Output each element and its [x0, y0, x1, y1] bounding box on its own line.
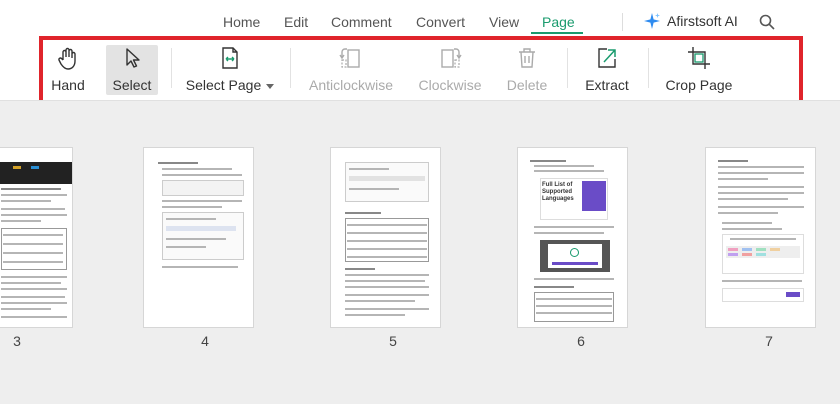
page-number-6: 6 [577, 333, 585, 349]
rotate-clockwise-icon [441, 48, 462, 68]
extract-icon [598, 48, 616, 68]
tab-edit[interactable]: Edit [284, 14, 308, 30]
hand-icon [58, 47, 76, 70]
extract-label: Extract [585, 77, 629, 93]
page-number-7: 7 [765, 333, 773, 349]
supported-languages-heading: Full List of Supported Languages [542, 182, 574, 202]
page-thumbnail-3[interactable] [0, 147, 73, 328]
ai-label: Afirstsoft AI [667, 13, 738, 29]
extract-page-button[interactable]: Extract [583, 45, 631, 95]
rotate-anticlockwise-button[interactable]: Anticlockwise [307, 45, 395, 95]
chevron-down-icon [266, 83, 275, 89]
page-thumbnail-5[interactable] [330, 147, 441, 328]
menu-divider [622, 13, 623, 31]
sparkle-icon [644, 13, 660, 29]
active-tab-indicator [531, 32, 583, 34]
hand-tool-button[interactable]: Hand [46, 45, 90, 95]
page-number-5: 5 [389, 333, 397, 349]
rotate-clockwise-button[interactable]: Clockwise [416, 45, 484, 95]
trash-icon [519, 48, 535, 68]
cursor-arrow-icon [126, 48, 140, 68]
tab-view[interactable]: View [489, 14, 519, 30]
select-page-icon [222, 47, 238, 69]
select-page-dropdown[interactable]: Select Page [183, 45, 277, 95]
page-number-3: 3 [13, 333, 21, 349]
delete-label: Delete [506, 77, 548, 93]
tab-home[interactable]: Home [223, 14, 260, 30]
select-page-label: Select Page [185, 77, 262, 93]
crop-page-button[interactable]: Crop Page [664, 45, 734, 95]
anticlockwise-label: Anticlockwise [308, 77, 394, 93]
rotate-anticlockwise-icon [339, 48, 360, 68]
tab-convert[interactable]: Convert [416, 14, 465, 30]
page-thumbnail-7[interactable] [705, 147, 816, 328]
tab-page[interactable]: Page [542, 14, 575, 30]
ai-assistant-button[interactable]: Afirstsoft AI [643, 12, 738, 30]
toolbar-divider [290, 48, 291, 88]
page-thumbnail-6[interactable]: Full List of Supported Languages [517, 147, 628, 328]
crop-page-label: Crop Page [665, 77, 733, 93]
hand-label: Hand [51, 77, 85, 93]
search-icon[interactable] [758, 13, 776, 31]
toolbar-divider [567, 48, 568, 88]
toolbar-divider [648, 48, 649, 88]
page-thumbnail-4[interactable] [143, 147, 254, 328]
page-number-4: 4 [201, 333, 209, 349]
delete-page-button[interactable]: Delete [503, 45, 551, 95]
tab-comment[interactable]: Comment [331, 14, 392, 30]
crop-icon [688, 47, 710, 69]
clockwise-label: Clockwise [418, 77, 482, 93]
top-menu: Home Edit Comment Convert View Page Afir… [0, 0, 840, 36]
select-tool-button[interactable]: Select [106, 45, 158, 95]
select-label: Select [112, 77, 152, 93]
toolbar-divider [171, 48, 172, 88]
